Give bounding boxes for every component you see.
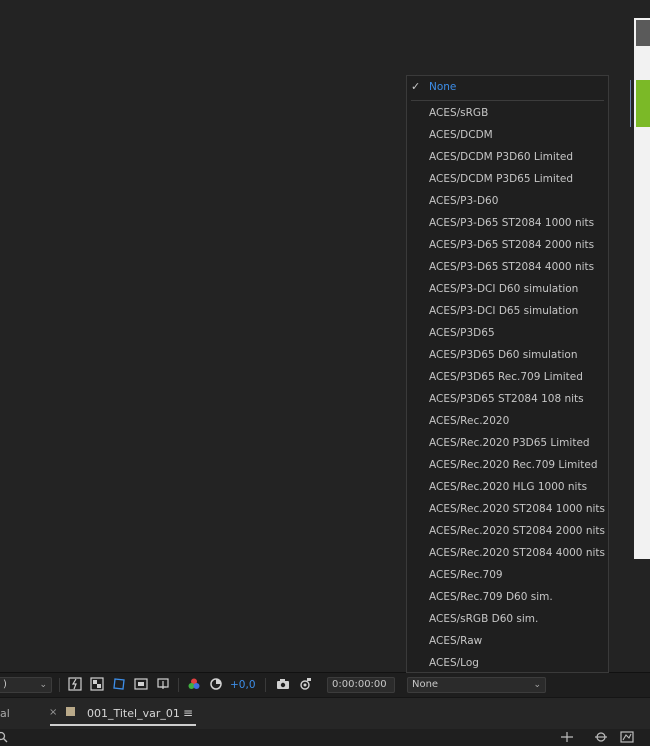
view-transform-select[interactable]: None ⌄ — [407, 677, 546, 693]
menu-separator — [411, 100, 604, 101]
menu-item[interactable]: ACES/sRGB — [407, 102, 608, 124]
composition-color-swatch — [66, 707, 75, 716]
menu-item[interactable]: ACES/P3-D60 — [407, 190, 608, 212]
composition-layer-green — [636, 80, 650, 127]
toolbar-divider — [178, 678, 179, 692]
menu-item[interactable]: ACES/sRGB D60 sim. — [407, 608, 608, 630]
exposure-value[interactable]: +0,0 — [230, 677, 256, 693]
menu-item[interactable]: ACES/DCDM P3D60 Limited — [407, 146, 608, 168]
menu-item[interactable]: ACES/P3-DCI D60 simulation — [407, 278, 608, 300]
toolbar-divider — [59, 678, 60, 692]
menu-item[interactable]: ACES/Rec.709 D60 sim. — [407, 586, 608, 608]
color-channel-icon[interactable] — [186, 677, 202, 693]
menu-item[interactable]: ACES/Rec.2020 Rec.709 Limited — [407, 454, 608, 476]
graph-editor-icon[interactable] — [620, 731, 634, 746]
composition-layer-dark — [636, 20, 650, 46]
show-snapshot-icon[interactable] — [297, 677, 313, 693]
menu-item[interactable]: ACES/P3-D65 ST2084 1000 nits — [407, 212, 608, 234]
menu-item[interactable]: ACES/Rec.2020 HLG 1000 nits — [407, 476, 608, 498]
toggle-region-icon[interactable] — [133, 677, 149, 693]
timecode-field[interactable]: 0:00:00:00 — [327, 677, 395, 693]
menu-item[interactable]: ACES/P3-D65 ST2084 2000 nits — [407, 234, 608, 256]
reset-exposure-icon[interactable] — [208, 677, 224, 693]
selection-guide-line — [630, 80, 631, 127]
view-transform-value: None — [412, 679, 439, 690]
menu-item[interactable]: ACES/P3-D65 ST2084 4000 nits — [407, 256, 608, 278]
draft-3d-icon[interactable] — [560, 731, 574, 746]
viewer-toolbar: ) ⌄ +0,0 0:00:00:00 None ⌄ — [0, 672, 650, 697]
menu-item[interactable]: ACES/Log — [407, 652, 608, 674]
checkmark-icon: ✓ — [411, 80, 421, 93]
menu-item[interactable]: ACES/Rec.2020 — [407, 410, 608, 432]
menu-item[interactable]: ACES/Rec.709 — [407, 564, 608, 586]
tab-composition[interactable]: 001_Titel_var_01 — [87, 707, 180, 720]
menu-item-none[interactable]: ✓ None — [407, 76, 608, 98]
chevron-down-icon: ⌄ — [39, 680, 47, 690]
menu-item[interactable]: ACES/Rec.2020 ST2084 2000 nits — [407, 520, 608, 542]
timeline-header-strip — [0, 729, 650, 746]
view-transform-dropdown-menu: ✓ None ACES/sRGB ACES/DCDM ACES/DCDM P3D60 L… — [406, 75, 609, 673]
mask-guide-icon[interactable] — [111, 677, 127, 693]
timecode-value: 0:00:00:00 — [332, 679, 387, 690]
close-icon[interactable]: × — [49, 707, 57, 718]
menu-item[interactable]: ACES/P3D65 ST2084 108 nits — [407, 388, 608, 410]
menu-item[interactable]: ACES/Rec.2020 ST2084 4000 nits — [407, 542, 608, 564]
search-icon[interactable] — [0, 731, 8, 746]
tab-partial-label[interactable]: al — [0, 707, 10, 720]
magnification-value: ) — [3, 679, 7, 690]
magnification-select[interactable]: ) ⌄ — [0, 677, 52, 693]
menu-item[interactable]: ACES/Rec.2020 P3D65 Limited — [407, 432, 608, 454]
menu-item[interactable]: ACES/Raw — [407, 630, 608, 652]
chevron-down-icon: ⌄ — [533, 680, 541, 690]
panel-tab-bar: al × 001_Titel_var_01 ≡ — [0, 697, 650, 729]
menu-item-label: None — [429, 81, 457, 93]
camera-snapshot-icon[interactable] — [275, 677, 291, 693]
fast-preview-icon[interactable] — [67, 677, 83, 693]
toolbar-divider — [265, 678, 266, 692]
menu-item[interactable]: ACES/P3D65 Rec.709 Limited — [407, 366, 608, 388]
menu-item[interactable]: ACES/P3D65 D60 simulation — [407, 344, 608, 366]
3d-view-icon[interactable] — [155, 677, 171, 693]
motion-blur-icon[interactable] — [594, 731, 608, 746]
panel-menu-icon[interactable]: ≡ — [183, 706, 193, 720]
menu-item[interactable]: ACES/P3-DCI D65 simulation — [407, 300, 608, 322]
menu-item[interactable]: ACES/DCDM — [407, 124, 608, 146]
menu-item[interactable]: ACES/P3D65 — [407, 322, 608, 344]
active-tab-indicator — [50, 724, 196, 726]
menu-item[interactable]: ACES/DCDM P3D65 Limited — [407, 168, 608, 190]
menu-item[interactable]: ACES/Rec.2020 ST2084 1000 nits — [407, 498, 608, 520]
transparency-grid-icon[interactable] — [89, 677, 105, 693]
